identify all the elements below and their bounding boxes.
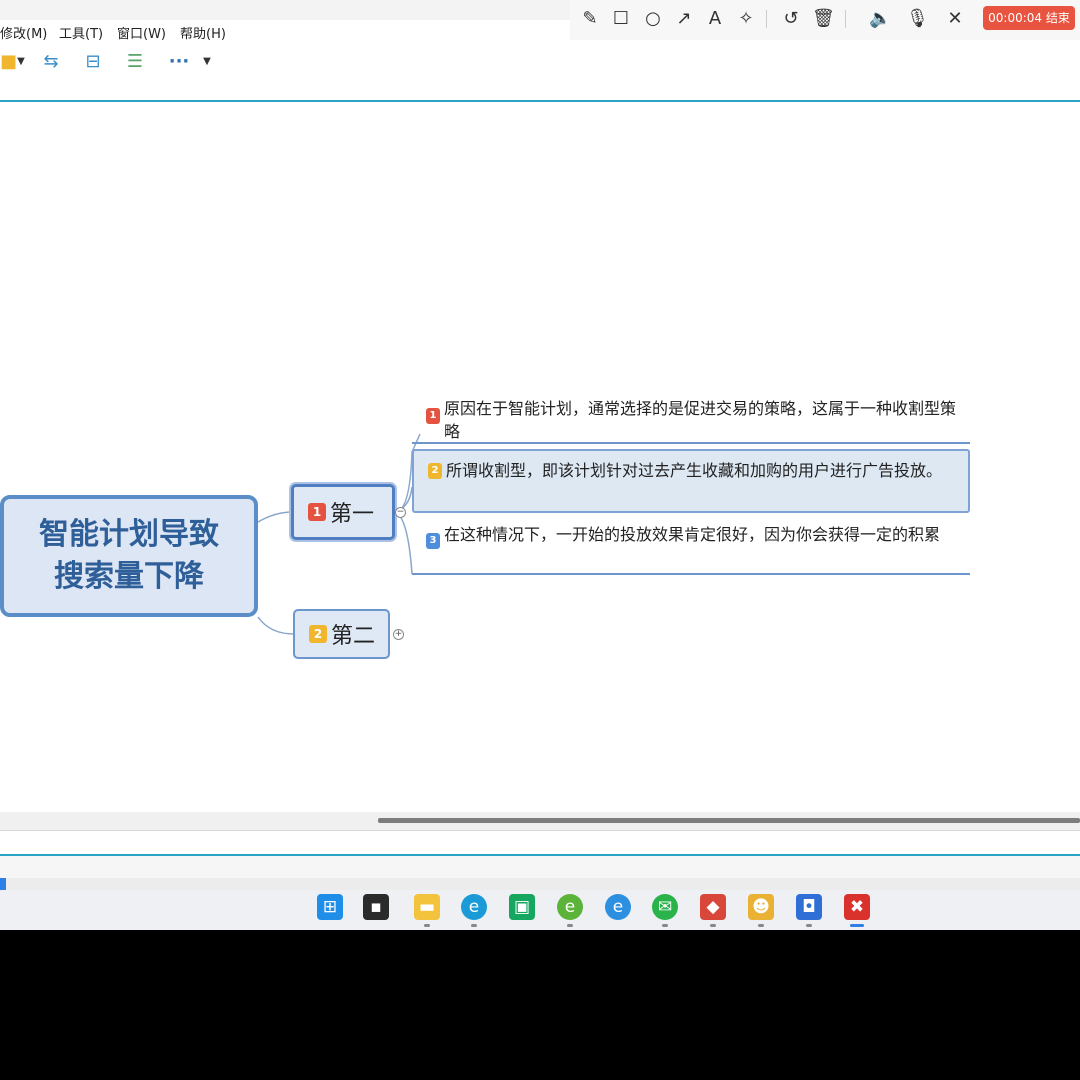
topic-icon[interactable]: ■: [0, 50, 17, 74]
subtopic-text: 所谓收割型，即该计划针对过去产生收藏和加购的用户进行广告投放。: [446, 461, 943, 480]
menu-help[interactable]: 帮助(H): [180, 23, 226, 42]
topic-label: 第二: [331, 624, 376, 649]
running-indicator: [471, 924, 477, 927]
running-indicator: [710, 924, 716, 927]
root-topic-label: 智能计划导致搜索量下降: [39, 517, 219, 594]
boundary-icon[interactable]: ⊟: [80, 50, 106, 74]
browser-icon[interactable]: e: [557, 894, 583, 920]
recording-timer-button[interactable]: 00:00:04 结束: [983, 6, 1075, 30]
priority-badge: 3: [426, 533, 440, 549]
scrollbar-thumb[interactable]: [378, 818, 1080, 823]
app-icon[interactable]: ◘: [796, 894, 822, 920]
rectangle-icon[interactable]: ☐: [610, 8, 632, 30]
ie-icon[interactable]: e: [605, 894, 631, 920]
relationship-icon[interactable]: ⇆: [38, 50, 64, 74]
xmind-icon[interactable]: ✖: [844, 894, 870, 920]
arrow-icon[interactable]: ↗: [673, 8, 695, 30]
priority-badge: 1: [308, 503, 326, 521]
magic-wand-icon[interactable]: ✧: [735, 8, 757, 30]
priority-badge: 2: [309, 625, 327, 643]
chevron-down-icon[interactable]: ▼: [14, 50, 28, 74]
title-strip: [0, 0, 570, 20]
trash-icon[interactable]: 🗑: [812, 8, 835, 30]
running-indicator: [662, 924, 668, 927]
edge-icon[interactable]: e: [461, 894, 487, 920]
game-icon[interactable]: ☻: [748, 894, 774, 920]
speaker-icon[interactable]: 🔈: [869, 8, 891, 30]
separator: [845, 10, 846, 28]
recorder-toolbar: ✎ ☐ ○ ↗ A ✧ ↺ 🗑 🔈 🎙 ✕ 00:00:04 结束: [570, 0, 1080, 40]
mindmap-canvas[interactable]: 智能计划导致搜索量下降 1 第一 − 2 第二 + 1 原因在于智能计划，通常选…: [0, 102, 1080, 812]
terminal-icon[interactable]: ▪: [363, 894, 389, 920]
running-indicator: [806, 924, 812, 927]
running-indicator: [758, 924, 764, 927]
priority-badge: 2: [428, 463, 442, 479]
running-indicator: [567, 924, 573, 927]
circle-icon[interactable]: ○: [642, 8, 664, 30]
bottom-panel: [0, 830, 1080, 855]
subtopic-1[interactable]: 1 原因在于智能计划，通常选择的是促进交易的策略，这属于一种收割型策略: [412, 396, 970, 444]
menu-modify[interactable]: 修改(M): [0, 23, 47, 42]
menu-tools[interactable]: 工具(T): [59, 23, 103, 42]
taskbar: ⊞ ▪ ▬ e ▣ e e ✉ ◆ ☻ ◘ ✖: [0, 890, 1080, 930]
start-icon[interactable]: ⊞: [317, 894, 343, 920]
subtopic-2[interactable]: 2 所谓收割型，即该计划针对过去产生收藏和加购的用户进行广告投放。: [412, 449, 970, 513]
separator: [766, 10, 767, 28]
topic-first[interactable]: 1 第一: [291, 484, 395, 540]
folder-icon[interactable]: ▬: [414, 894, 440, 920]
menu-window[interactable]: 窗口(W): [117, 23, 166, 42]
subtopic-3[interactable]: 3 在这种情况下，一开始的投放效果肯定很好，因为你会获得一定的积累: [412, 521, 970, 575]
wechat-icon[interactable]: ✉: [652, 894, 678, 920]
active-indicator: [850, 924, 864, 927]
running-indicator: [424, 924, 430, 927]
summary-icon[interactable]: ☰: [122, 50, 148, 74]
pencil-icon[interactable]: ✎: [579, 8, 601, 30]
screen: 修改(M) 工具(T) 窗口(W) 帮助(H) ✎ ☐ ○ ↗ A ✧ ↺ 🗑 …: [0, 0, 1080, 930]
subtopic-text: 在这种情况下，一开始的投放效果肯定很好，因为你会获得一定的积累: [444, 525, 941, 544]
root-topic[interactable]: 智能计划导致搜索量下降: [0, 495, 258, 617]
microphone-icon[interactable]: 🎙: [906, 8, 929, 30]
text-icon[interactable]: A: [704, 8, 726, 30]
priority-badge: 1: [426, 408, 440, 424]
close-icon[interactable]: ✕: [944, 8, 966, 30]
app-icon[interactable]: ◆: [700, 894, 726, 920]
store-icon[interactable]: ▣: [509, 894, 535, 920]
status-area: [0, 856, 1080, 878]
topic-label: 第一: [330, 502, 375, 527]
undo-icon[interactable]: ↺: [780, 8, 802, 30]
topic-second[interactable]: 2 第二: [293, 609, 390, 659]
app-toolbar: ■ ▼ ⇆ ⊟ ☰ ··· ▼: [0, 42, 1080, 82]
horizontal-scrollbar[interactable]: [0, 812, 1080, 830]
subtopic-text: 原因在于智能计划，通常选择的是促进交易的策略，这属于一种收割型策略: [444, 399, 957, 441]
more-button[interactable]: ···: [166, 50, 192, 74]
chevron-down-icon[interactable]: ▼: [200, 50, 214, 74]
collapse-icon[interactable]: −: [395, 507, 406, 518]
menu-bar: 修改(M) 工具(T) 窗口(W) 帮助(H): [0, 20, 570, 42]
expand-icon[interactable]: +: [393, 629, 404, 640]
